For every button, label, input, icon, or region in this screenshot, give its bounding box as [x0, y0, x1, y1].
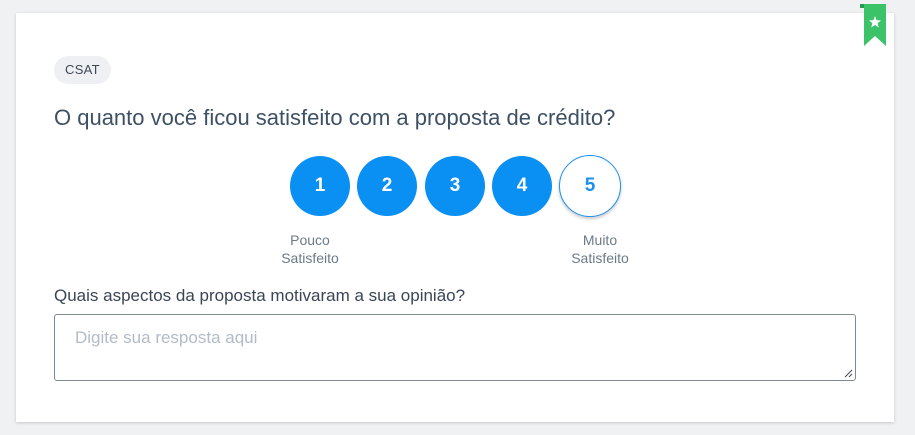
rating-option-3[interactable]: 3	[425, 156, 485, 216]
csat-card: CSAT O quanto você ficou satisfeito com …	[16, 4, 894, 422]
comment-textarea[interactable]	[54, 314, 856, 381]
rating-option-1[interactable]: 1	[290, 156, 350, 216]
bookmark-star-icon	[860, 4, 886, 46]
high-scale-label: Muito Satisfeito	[550, 231, 650, 267]
rating-option-4[interactable]: 4	[492, 156, 552, 216]
low-scale-label: Pouco Satisfeito	[260, 231, 360, 267]
high-scale-label-line2: Satisfeito	[571, 250, 629, 266]
low-scale-label-line1: Pouco	[290, 232, 330, 248]
comment-field-wrapper	[54, 314, 856, 381]
rating-option-5[interactable]: 5	[559, 155, 621, 217]
low-scale-label-line2: Satisfeito	[281, 250, 339, 266]
resize-grip-icon[interactable]	[843, 368, 853, 378]
category-badge: CSAT	[54, 56, 111, 84]
high-scale-label-line1: Muito	[582, 232, 618, 248]
comment-label: Quais aspectos da proposta motivaram a s…	[54, 286, 466, 305]
rating-option-2[interactable]: 2	[357, 156, 417, 216]
survey-question: O quanto você ficou satisfeito com a pro…	[54, 105, 616, 130]
